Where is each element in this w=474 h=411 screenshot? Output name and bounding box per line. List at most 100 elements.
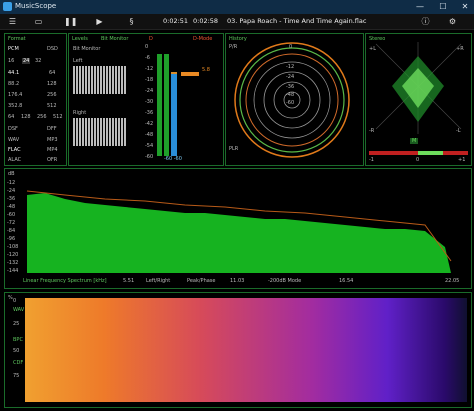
- bit-monitor-right: [73, 118, 127, 146]
- spectrum-y-label: -132: [7, 260, 19, 266]
- levels-panel: Levels Bit Monitor Bit Monitor Left Righ…: [68, 33, 224, 166]
- settings-icon[interactable]: ⚙: [447, 16, 458, 27]
- stereo-panel: Stereo +L +R -R -L M -1 0 +1: [365, 33, 472, 166]
- bit-monitor-sub: Bit Monitor: [73, 46, 101, 52]
- spectrum-mode: -200dB Mode: [268, 278, 302, 284]
- spectrum-y-label: -48: [7, 204, 16, 210]
- dmode-marker: [181, 72, 199, 76]
- rate-44: 44.1: [8, 70, 20, 76]
- codec-dff: DFF: [47, 126, 57, 132]
- codec-ofr: OFR: [47, 157, 58, 163]
- close-icon[interactable]: ✕: [458, 1, 472, 13]
- spectrogram-y-label: 25: [13, 321, 20, 327]
- codec-flac: FLAC: [8, 147, 21, 153]
- spectrogram-y-label: 50: [13, 348, 20, 354]
- spectrum-y-label: -60: [7, 212, 16, 218]
- spectrum-y-label: -12: [7, 180, 16, 186]
- dsd-rate-64: 64: [8, 114, 15, 120]
- spectrum-fill: [27, 193, 451, 273]
- elapsed-time: 0:02:51: [163, 17, 189, 25]
- dsd-rate-128: 128: [21, 114, 31, 120]
- scale-tick: -6: [145, 55, 150, 61]
- ring-label: -24: [286, 74, 295, 80]
- mono-indicator: M: [410, 138, 419, 144]
- rate-352: 352.8: [8, 103, 23, 109]
- minimize-icon[interactable]: —: [413, 1, 427, 13]
- pause-icon[interactable]: ❚❚: [64, 16, 77, 27]
- dsd-128: 128: [47, 81, 57, 87]
- ring-label: -36: [286, 84, 295, 90]
- correlation-fill: [418, 151, 443, 155]
- level-scale: 0 -6 -12 -18 -24 -30 -36 -42 -48 -54 -60: [145, 44, 155, 160]
- ring-label: -60: [286, 100, 295, 106]
- scale-tick: -24: [145, 88, 154, 94]
- dsd-64: 64: [49, 70, 56, 76]
- spectrogram-side: BPC: [13, 337, 23, 343]
- corr-label: -1: [369, 157, 374, 163]
- spectrum-y-label: -24: [7, 188, 16, 194]
- spectrum-y-label: -84: [7, 228, 16, 234]
- codec-mp3: MP3: [47, 137, 58, 143]
- bit-left-label: Left: [73, 58, 83, 64]
- levels-bottom-value: -60 -60: [164, 156, 182, 162]
- spectrogram-y-label: 75: [13, 373, 20, 379]
- spectrum-panel: dB -12 -24 -36 -48 -60 -72 -84 -96 -108 …: [4, 168, 472, 289]
- codec-mp4: MP4: [47, 147, 58, 153]
- dmode-label: D-Mode: [193, 36, 213, 42]
- corr-label: +1: [458, 157, 466, 163]
- stereo-scope: [369, 42, 468, 155]
- play-icon[interactable]: ▶: [94, 16, 105, 27]
- spectrogram-panel: % WAV BPC CDF 0 25 50 75: [4, 292, 472, 408]
- spectrum-x-label: 22.05: [445, 278, 460, 284]
- info-icon[interactable]: ⓘ: [420, 16, 431, 27]
- format-pcm: PCM: [8, 46, 19, 52]
- track-title: 03. Papa Roach - Time And Time Again.fla…: [227, 17, 367, 25]
- ring-label: -12: [286, 64, 295, 70]
- maximize-icon[interactable]: ☐: [436, 1, 450, 13]
- codec-dsf: DSF: [8, 126, 18, 132]
- format-panel: Format PCM DSD 16 24 32 44.1 64 88.2 128…: [4, 33, 67, 166]
- corr-label: 0: [416, 157, 420, 163]
- spectrum-y-label: -36: [7, 196, 16, 202]
- bit-monitor-title: Bit Monitor: [101, 36, 129, 42]
- app-logo-icon: [3, 2, 12, 11]
- ring-label: -48: [286, 92, 295, 98]
- spectrum-x-label: 11.03: [230, 278, 245, 284]
- codec-alac: ALAC: [8, 157, 22, 163]
- bits-32: 32: [35, 58, 42, 64]
- levels-title: Levels: [72, 36, 88, 42]
- bit-monitor-left: [73, 66, 127, 94]
- scale-tick: -30: [145, 99, 154, 105]
- menu-icon[interactable]: ☰: [7, 16, 18, 27]
- format-title: Format: [8, 36, 26, 42]
- spectrum-y-label: -72: [7, 220, 16, 226]
- spectrum-mode: Left/Right: [146, 278, 171, 284]
- spectrum-y-label: -144: [7, 268, 19, 274]
- scale-tick: -48: [145, 132, 154, 138]
- d-label: D: [149, 36, 153, 42]
- scale-tick: -60: [145, 154, 154, 160]
- dsd-256: 256: [47, 92, 57, 98]
- spectrum-plot: [26, 190, 452, 273]
- codec-wav: WAV: [8, 137, 20, 143]
- level-meter-right: [164, 54, 169, 156]
- spectrogram-y-label: 0: [13, 298, 17, 304]
- spectrum-mode: Peak/Phase: [187, 278, 216, 284]
- spectrum-x-label: 5.51: [123, 278, 135, 284]
- rate-88: 88.2: [8, 81, 20, 87]
- spectrum-x-title: Linear Frequency Spectrum [kHz]: [23, 278, 107, 284]
- ring-label: 0: [289, 44, 293, 50]
- title-bar: MusicScope — ☐ ✕: [0, 0, 474, 14]
- bit-right-label: Right: [73, 110, 87, 116]
- d-meter-right: [171, 74, 177, 156]
- spectrogram-image: [25, 298, 467, 402]
- spectrum-y-label: -108: [7, 244, 19, 250]
- spectrum-y-label: -96: [7, 236, 16, 242]
- fingerprint-icon[interactable]: §: [126, 16, 137, 27]
- open-folder-icon[interactable]: ▭: [33, 16, 44, 27]
- rate-176: 176.4: [8, 92, 23, 98]
- toolbar: ☰ ▭ ❚❚ ▶ § 0:02:51 0:02:58 03. Papa Roac…: [0, 14, 474, 30]
- scale-tick: -18: [145, 77, 154, 83]
- spectrogram-side: WAV: [13, 307, 25, 313]
- history-panel: History P/R PLR 0 -12 -24 -36 -48 -60: [225, 33, 364, 166]
